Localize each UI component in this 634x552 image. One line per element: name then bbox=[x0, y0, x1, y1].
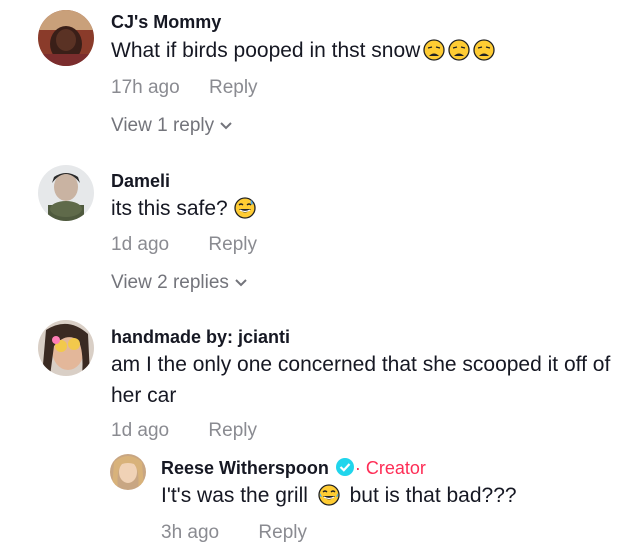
reply-item: Reese Witherspoon · Creator I't's was the… bbox=[0, 448, 634, 552]
comment-text-content: What if birds pooped in thst snow bbox=[111, 39, 421, 62]
reply-username: Reese Witherspoon · Creator bbox=[161, 457, 426, 479]
reply-button[interactable]: Reply bbox=[209, 77, 258, 98]
view-replies-label: View 2 replies bbox=[111, 272, 229, 293]
weary-face-emoji-icon bbox=[423, 39, 445, 61]
comment-username[interactable]: handmade by: jcianti bbox=[111, 327, 290, 348]
comment-item: handmade by: jcianti am I the only one c… bbox=[0, 312, 634, 452]
avatar[interactable] bbox=[38, 165, 94, 221]
avatar[interactable] bbox=[38, 320, 94, 376]
verified-badge-icon bbox=[335, 458, 354, 476]
avatar[interactable] bbox=[38, 10, 94, 66]
comment-text: its this safe? bbox=[111, 193, 256, 224]
weary-face-emoji-icon bbox=[448, 39, 470, 61]
avatar[interactable] bbox=[110, 454, 146, 490]
chevron-down-icon bbox=[235, 279, 247, 287]
tears-of-joy-emoji-icon bbox=[318, 484, 340, 506]
comment-item: CJ's Mommy What if birds pooped in thst … bbox=[0, 0, 634, 150]
reply-button[interactable]: Reply bbox=[258, 522, 307, 543]
comment-timestamp: 1d ago bbox=[111, 234, 170, 255]
comment-username[interactable]: CJ's Mommy bbox=[111, 12, 221, 33]
reply-username-text[interactable]: Reese Witherspoon bbox=[161, 458, 329, 478]
view-replies-button[interactable]: View 1 reply bbox=[111, 115, 232, 137]
grinning-sweat-emoji-icon bbox=[234, 197, 256, 219]
reply-text: I't's was the grill but is that bad??? bbox=[161, 480, 517, 511]
view-replies-button[interactable]: View 2 replies bbox=[111, 272, 247, 294]
comment-meta: 1d ago Reply bbox=[111, 234, 257, 256]
comment-text: What if birds pooped in thst snow bbox=[111, 35, 495, 66]
comment-meta: 1d ago Reply bbox=[111, 420, 257, 442]
creator-badge: · Creator bbox=[354, 458, 426, 478]
reply-timestamp: 3h ago bbox=[161, 522, 220, 543]
reply-button[interactable]: Reply bbox=[208, 420, 257, 441]
weary-face-emoji-icon bbox=[473, 39, 495, 61]
comment-meta: 17h ago Reply bbox=[111, 77, 258, 99]
chevron-down-icon bbox=[220, 122, 232, 130]
comment-timestamp: 17h ago bbox=[111, 77, 180, 98]
reply-meta: 3h ago Reply bbox=[161, 522, 307, 544]
comment-text: am I the only one concerned that she sco… bbox=[111, 353, 611, 407]
comment-timestamp: 1d ago bbox=[111, 420, 170, 441]
comment-text-content: its this safe? bbox=[111, 197, 228, 220]
comment-item: Dameli its this safe? 1d ago Reply View … bbox=[0, 160, 634, 300]
reply-button[interactable]: Reply bbox=[208, 234, 257, 255]
reply-text-after: but is that bad??? bbox=[349, 484, 517, 507]
comment-username[interactable]: Dameli bbox=[111, 171, 170, 192]
reply-text-before: I't's was the grill bbox=[161, 484, 308, 507]
view-replies-label: View 1 reply bbox=[111, 115, 215, 136]
